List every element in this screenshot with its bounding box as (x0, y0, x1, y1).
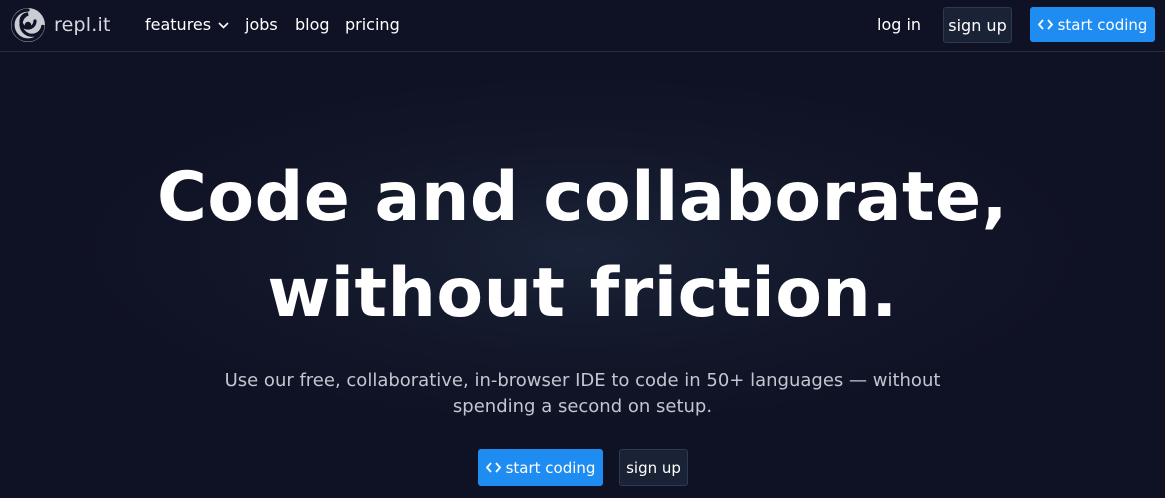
replit-swirl-logo-icon (11, 8, 45, 42)
hero-subtitle: Use our free, collaborative, in-browser … (0, 368, 1165, 420)
top-navbar: repl.it features jobs blog pricing log i… (0, 0, 1165, 52)
hero-title-line-1: Code and collaborate, (156, 158, 1009, 237)
code-brackets-icon (485, 462, 501, 473)
code-brackets-icon (1037, 19, 1053, 30)
nav-pricing[interactable]: pricing (345, 15, 400, 35)
nav-features[interactable]: features (145, 15, 229, 35)
brand-logo[interactable]: repl.it (10, 6, 111, 44)
signup-button-label: sign up (948, 15, 1007, 35)
signup-hero-label: sign up (626, 458, 681, 477)
start-coding-button-header[interactable]: start coding (1030, 7, 1155, 42)
login-link[interactable]: log in (877, 15, 921, 35)
start-coding-button-hero[interactable]: start coding (478, 449, 603, 486)
start-coding-hero-label: start coding (505, 458, 596, 477)
hero-title: Code and collaborate, without friction. (0, 150, 1165, 342)
chevron-down-icon (218, 21, 229, 29)
signup-button-hero[interactable]: sign up (619, 449, 688, 486)
nav-blog[interactable]: blog (295, 15, 330, 35)
signup-button-header[interactable]: sign up (943, 7, 1012, 43)
page: repl.it features jobs blog pricing log i… (0, 0, 1165, 498)
nav-features-label: features (145, 15, 212, 34)
hero-title-line-2: without friction. (267, 254, 898, 333)
nav-jobs[interactable]: jobs (245, 15, 278, 35)
brand-name: repl.it (54, 14, 111, 36)
start-coding-button-label: start coding (1057, 15, 1148, 34)
hero-subtitle-line-2: spending a second on setup. (452, 396, 713, 417)
hero-subtitle-line-1: Use our free, collaborative, in-browser … (224, 370, 941, 391)
